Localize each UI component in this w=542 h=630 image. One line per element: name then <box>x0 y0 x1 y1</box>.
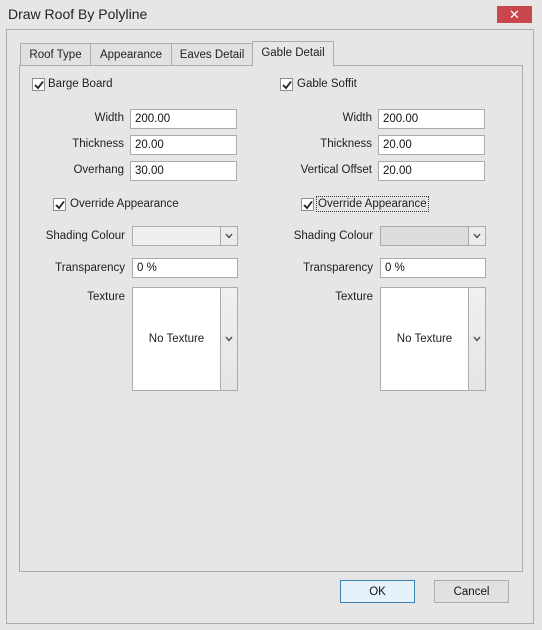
chevron-down-icon[interactable] <box>468 288 485 390</box>
checkmark-icon <box>33 80 44 89</box>
barge-texture-selector[interactable]: No Texture <box>132 287 238 391</box>
soffit-transparency-label: Transparency <box>303 262 373 274</box>
barge-texture-label: Texture <box>87 291 125 303</box>
soffit-transparency-input[interactable]: 0 % <box>380 258 486 278</box>
soffit-thickness-label: Thickness <box>320 138 372 150</box>
tab-label: Appearance <box>99 48 163 61</box>
barge-board-label: Barge Board <box>48 78 113 90</box>
window-title: Draw Roof By Polyline <box>8 6 148 22</box>
soffit-override-appearance-label: Override Appearance <box>316 196 429 212</box>
tab-roof-type[interactable]: Roof Type <box>20 43 91 65</box>
soffit-vertical-offset-label: Vertical Offset <box>300 164 372 176</box>
soffit-texture-label: Texture <box>335 291 373 303</box>
chevron-down-icon <box>220 227 237 245</box>
soffit-override-appearance-checkbox[interactable] <box>301 198 314 211</box>
gable-soffit-label: Gable Soffit <box>297 78 357 90</box>
soffit-width-label: Width <box>342 112 372 124</box>
soffit-thickness-input[interactable]: 20.00 <box>378 135 485 155</box>
soffit-width-input[interactable]: 200.00 <box>378 109 485 129</box>
barge-thickness-input[interactable]: 20.00 <box>130 135 237 155</box>
barge-transparency-input[interactable]: 0 % <box>132 258 238 278</box>
cancel-label: Cancel <box>453 585 490 598</box>
barge-overhang-label: Overhang <box>73 164 124 176</box>
barge-transparency-label: Transparency <box>55 262 125 274</box>
gable-soffit-checkbox[interactable] <box>280 78 293 91</box>
close-icon: ✕ <box>509 7 520 22</box>
close-button[interactable]: ✕ <box>497 6 532 23</box>
soffit-shading-colour-label: Shading Colour <box>293 230 373 242</box>
tab-eaves-detail[interactable]: Eaves Detail <box>171 43 253 65</box>
barge-board-checkbox[interactable] <box>32 78 45 91</box>
barge-override-appearance-label: Override Appearance <box>70 198 179 210</box>
chevron-down-icon <box>468 227 485 245</box>
barge-shading-colour-dropdown[interactable] <box>132 226 238 246</box>
barge-width-label: Width <box>94 112 124 124</box>
ok-button[interactable]: OK <box>340 580 415 603</box>
soffit-vertical-offset-input[interactable]: 20.00 <box>378 161 485 181</box>
tab-appearance[interactable]: Appearance <box>90 43 172 65</box>
checkmark-icon <box>281 80 292 89</box>
barge-shading-colour-label: Shading Colour <box>45 230 125 242</box>
soffit-shading-colour-dropdown[interactable] <box>380 226 486 246</box>
checkmark-icon <box>302 200 313 209</box>
barge-overhang-input[interactable]: 30.00 <box>130 161 237 181</box>
soffit-texture-value: No Texture <box>396 333 453 345</box>
barge-thickness-label: Thickness <box>72 138 124 150</box>
ok-label: OK <box>369 585 386 598</box>
soffit-texture-selector[interactable]: No Texture <box>380 287 486 391</box>
tab-gable-detail[interactable]: Gable Detail <box>252 41 334 66</box>
tab-label: Eaves Detail <box>179 48 245 61</box>
barge-texture-value: No Texture <box>148 333 205 345</box>
tab-label: Gable Detail <box>261 47 325 59</box>
chevron-down-icon[interactable] <box>220 288 237 390</box>
tab-label: Roof Type <box>29 48 82 61</box>
checkmark-icon <box>54 200 65 209</box>
cancel-button[interactable]: Cancel <box>434 580 509 603</box>
barge-width-input[interactable]: 200.00 <box>130 109 237 129</box>
barge-override-appearance-checkbox[interactable] <box>53 198 66 211</box>
